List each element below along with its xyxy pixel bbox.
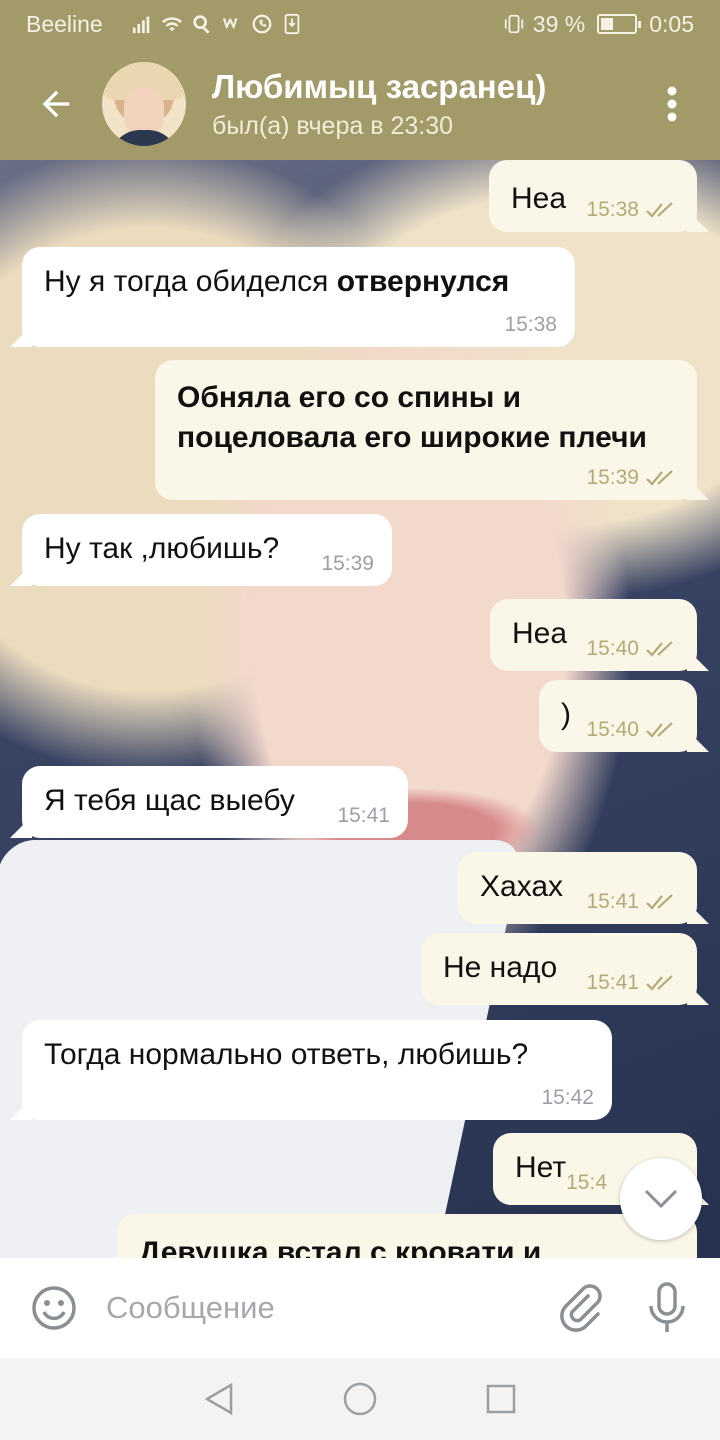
message-time: 15:42 (541, 1086, 594, 1109)
chat-title: Любимыц засранец) (212, 67, 547, 105)
arrow-left-icon (42, 90, 70, 118)
chat-title-area[interactable]: Любимыц засранец) был(а) вчера в 23:30 (212, 68, 650, 141)
message-out[interactable]: ) 15:40 (539, 680, 697, 752)
message-time: 15:41 (586, 971, 639, 994)
more-menu-button[interactable] (650, 48, 694, 160)
message-input-bar: Сообщение (0, 1258, 720, 1358)
wifi-icon (161, 17, 182, 32)
more-vertical-icon (667, 86, 677, 122)
emoji-button[interactable] (30, 1284, 78, 1332)
chat-header: Любимыц засранец) был(а) вчера в 23:30 (0, 48, 720, 160)
nav-home-icon[interactable] (342, 1381, 378, 1417)
back-button[interactable] (36, 48, 76, 160)
message-time: 15:41 (337, 804, 390, 827)
carrier-name: Beeline (26, 10, 103, 37)
last-seen-status: был(а) вчера в 23:30 (212, 111, 454, 140)
system-nav-bar (0, 1358, 720, 1440)
message-text: Ну я тогда обиделся отвернулся (44, 265, 510, 298)
message-out[interactable]: Обняла его со спины и поцеловала его шир… (155, 360, 697, 500)
double-check-icon (646, 470, 673, 486)
message-time: 15:40 (586, 637, 639, 660)
message-out[interactable]: Неа 15:38 (489, 160, 697, 232)
message-out[interactable]: Хахах 15:41 (458, 852, 697, 924)
message-out[interactable]: Неа 15:40 (490, 599, 697, 671)
message-time: 15:38 (586, 198, 639, 221)
message-time: 15:38 (504, 313, 557, 336)
search-icon (193, 15, 210, 34)
avatar[interactable] (102, 62, 186, 146)
message-in[interactable]: Тогда нормально ответь, любишь? 15:42 (22, 1020, 612, 1120)
message-out[interactable]: Не надо 15:41 (421, 933, 697, 1005)
message-text: Обняла его со спины и поцеловала его шир… (177, 381, 647, 454)
double-check-icon (646, 641, 673, 657)
download-icon (284, 13, 300, 35)
signal-icon (132, 16, 150, 34)
message-text: Я тебя щас выебу (44, 784, 295, 817)
battery-icon (597, 14, 642, 34)
message-in[interactable]: Ну так ,любишь? 15:39 (22, 514, 392, 586)
double-check-icon (646, 894, 673, 910)
message-in[interactable]: Ну я тогда обиделся отвернулся 15:38 (22, 247, 575, 347)
microphone-button[interactable] (648, 1282, 686, 1334)
smiley-icon (32, 1286, 76, 1330)
nav-back-icon[interactable] (203, 1382, 235, 1416)
message-text: Девушка встал с кровати и (139, 1236, 542, 1258)
message-input[interactable]: Сообщение (106, 1290, 558, 1326)
message-time: 15:39 (586, 466, 639, 489)
message-in[interactable]: Я тебя щас выебу 15:41 (22, 766, 408, 838)
double-check-icon (646, 202, 673, 218)
paperclip-icon (560, 1284, 602, 1332)
status-bar: Beeline 39 % 0:05 (0, 0, 720, 48)
attach-button[interactable] (558, 1282, 602, 1334)
clock: 0:05 (649, 10, 694, 37)
chevron-down-icon (644, 1189, 678, 1209)
message-out[interactable]: Девушка встал с кровати и (117, 1214, 697, 1258)
chat-background: Неа 15:38 Ну я тогда обиделся отвернулся… (0, 160, 720, 1258)
nav-recents-icon[interactable] (485, 1383, 517, 1415)
whatsapp-icon (252, 14, 272, 34)
message-bold-text: отвернулся (336, 265, 510, 298)
message-time: 15:40 (586, 718, 639, 741)
scroll-down-button[interactable] (620, 1158, 702, 1240)
double-check-icon (646, 722, 673, 738)
message-time: 15:39 (321, 552, 374, 575)
message-time: 15:4 (566, 1171, 607, 1194)
message-time: 15:41 (586, 890, 639, 913)
wattpad-icon (222, 17, 238, 30)
battery-percent: 39 % (532, 10, 586, 37)
microphone-icon (649, 1282, 685, 1332)
vibrate-icon (504, 14, 523, 34)
double-check-icon (646, 975, 673, 991)
message-text: Тогда нормально ответь, любишь? (44, 1038, 529, 1071)
